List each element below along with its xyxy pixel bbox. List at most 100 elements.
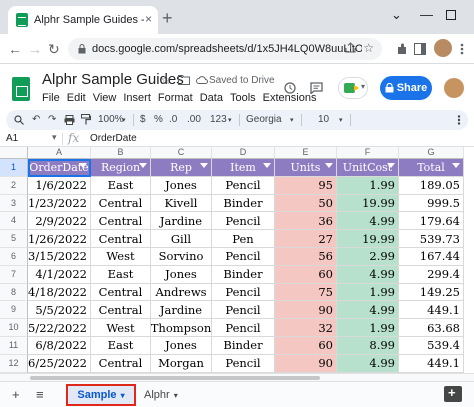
table-cell[interactable]: 4.99 bbox=[337, 354, 399, 373]
table-cell[interactable]: Jones bbox=[151, 265, 212, 284]
table-cell[interactable]: 5/22/2022 bbox=[28, 319, 91, 337]
formula-input[interactable]: OrderDate bbox=[90, 133, 137, 144]
table-cell[interactable]: 56 bbox=[275, 248, 337, 266]
comments-icon[interactable] bbox=[310, 82, 323, 94]
row-header[interactable]: 2 bbox=[0, 176, 28, 195]
table-cell[interactable]: 4/1/2022 bbox=[28, 265, 91, 284]
tab-search-icon[interactable]: ⌄ bbox=[391, 7, 402, 23]
table-cell[interactable]: 75 bbox=[275, 283, 337, 302]
table-cell[interactable]: 1/23/2022 bbox=[28, 194, 91, 213]
table-cell[interactable]: 19.99 bbox=[337, 230, 399, 248]
table-cell[interactable]: Central bbox=[91, 354, 151, 373]
column-header-b[interactable]: B bbox=[91, 147, 151, 159]
table-cell[interactable]: West bbox=[91, 248, 151, 266]
table-cell[interactable]: Jardine bbox=[151, 301, 212, 320]
column-header-e[interactable]: E bbox=[275, 147, 337, 159]
table-cell[interactable]: 6/8/2022 bbox=[28, 337, 91, 355]
column-header-d[interactable]: D bbox=[212, 147, 275, 159]
extensions-icon[interactable] bbox=[396, 43, 408, 55]
table-cell[interactable]: 167.44 bbox=[399, 248, 464, 266]
table-cell[interactable]: 299.4 bbox=[399, 265, 464, 284]
sheet-tab-sample[interactable]: Sample ▾ bbox=[66, 384, 136, 406]
user-avatar[interactable] bbox=[444, 78, 464, 98]
table-cell[interactable]: 449.1 bbox=[399, 301, 464, 320]
table-cell[interactable]: 1.99 bbox=[337, 283, 399, 302]
table-cell[interactable]: Jones bbox=[151, 176, 212, 195]
print-icon[interactable] bbox=[64, 115, 75, 125]
star-icon[interactable]: ☆ bbox=[160, 72, 172, 88]
column-header-c[interactable]: C bbox=[151, 147, 212, 159]
table-cell[interactable]: Pencil bbox=[212, 176, 275, 195]
table-cell[interactable]: 63.68 bbox=[399, 319, 464, 337]
explore-icon[interactable] bbox=[444, 385, 462, 402]
browser-tab[interactable]: Alphr Sample Guides - Google Sheets × bbox=[8, 6, 158, 34]
zoom-select[interactable]: 100% bbox=[98, 114, 124, 125]
all-sheets-icon[interactable]: ≡ bbox=[36, 387, 44, 402]
new-tab-button[interactable]: + bbox=[162, 8, 173, 29]
table-cell[interactable]: Binder bbox=[212, 194, 275, 213]
row-header[interactable]: 9 bbox=[0, 301, 28, 320]
increase-decimal-button[interactable]: .00 bbox=[187, 114, 201, 125]
table-cell[interactable]: Morgan bbox=[151, 354, 212, 373]
scrollbar-thumb[interactable] bbox=[30, 376, 320, 380]
filter-icon[interactable] bbox=[263, 163, 271, 168]
table-cell[interactable]: 60 bbox=[275, 265, 337, 284]
table-cell[interactable]: 8.99 bbox=[337, 337, 399, 355]
column-header-a[interactable]: A bbox=[28, 147, 91, 159]
move-folder-icon[interactable] bbox=[178, 74, 190, 85]
menu-edit[interactable]: Edit bbox=[67, 92, 86, 104]
font-select[interactable]: Georgia bbox=[246, 114, 282, 125]
table-cell[interactable]: Thompson bbox=[151, 319, 212, 337]
bookmark-star-icon[interactable]: ☆ bbox=[363, 41, 374, 55]
filter-icon[interactable] bbox=[139, 163, 147, 168]
more-toolbar-icon[interactable] bbox=[454, 115, 464, 125]
select-all-corner[interactable] bbox=[0, 147, 28, 159]
row-header[interactable]: 11 bbox=[0, 337, 28, 355]
table-cell[interactable]: 189.05 bbox=[399, 176, 464, 195]
table-cell[interactable]: Pencil bbox=[212, 248, 275, 266]
menu-format[interactable]: Format bbox=[158, 92, 193, 104]
column-header-f[interactable]: F bbox=[337, 147, 399, 159]
header-cell[interactable]: Region bbox=[91, 159, 151, 177]
table-cell[interactable]: Pencil bbox=[212, 319, 275, 337]
filter-icon[interactable] bbox=[325, 163, 333, 168]
table-cell[interactable]: 4/18/2022 bbox=[28, 283, 91, 302]
name-box-dropdown-icon[interactable]: ▾ bbox=[52, 132, 57, 143]
table-cell[interactable]: 6/25/2022 bbox=[28, 354, 91, 373]
table-cell[interactable]: Central bbox=[91, 194, 151, 213]
table-cell[interactable]: Binder bbox=[212, 265, 275, 284]
table-cell[interactable]: Central bbox=[91, 212, 151, 231]
add-sheet-icon[interactable]: + bbox=[12, 387, 20, 402]
menu-file[interactable]: File bbox=[42, 92, 60, 104]
paint-format-icon[interactable] bbox=[81, 114, 91, 125]
table-cell[interactable]: 539.73 bbox=[399, 230, 464, 248]
row-header[interactable]: 6 bbox=[0, 248, 28, 266]
menu-data[interactable]: Data bbox=[200, 92, 223, 104]
row-header[interactable]: 7 bbox=[0, 265, 28, 284]
share-button[interactable]: Share bbox=[380, 76, 432, 100]
row-header[interactable]: 10 bbox=[0, 319, 28, 337]
meet-button[interactable]: ▾ bbox=[338, 77, 368, 99]
filter-icon[interactable] bbox=[200, 163, 208, 168]
table-cell[interactable]: 4.99 bbox=[337, 265, 399, 284]
address-bar[interactable]: docs.google.com/spreadsheets/d/1x5JH4LQ0… bbox=[68, 38, 382, 60]
table-cell[interactable]: 2.99 bbox=[337, 248, 399, 266]
table-cell[interactable]: Central bbox=[91, 283, 151, 302]
table-cell[interactable]: Andrews bbox=[151, 283, 212, 302]
font-dropdown-icon[interactable]: ▾ bbox=[290, 116, 294, 124]
table-cell[interactable]: Jardine bbox=[151, 212, 212, 231]
more-formats-dropdown-icon[interactable]: ▾ bbox=[228, 116, 232, 124]
sidepanel-icon[interactable] bbox=[414, 43, 426, 55]
table-cell[interactable]: Pencil bbox=[212, 283, 275, 302]
table-cell[interactable]: Kivell bbox=[151, 194, 212, 213]
table-cell[interactable]: West bbox=[91, 319, 151, 337]
menu-tools[interactable]: Tools bbox=[230, 92, 256, 104]
table-cell[interactable]: 449.1 bbox=[399, 354, 464, 373]
chrome-menu-icon[interactable] bbox=[460, 43, 464, 55]
table-cell[interactable]: Gill bbox=[151, 230, 212, 248]
menu-insert[interactable]: Insert bbox=[123, 92, 151, 104]
table-cell[interactable]: 539.4 bbox=[399, 337, 464, 355]
table-cell[interactable]: 90 bbox=[275, 301, 337, 320]
undo-icon[interactable]: ↶ bbox=[32, 114, 40, 125]
table-cell[interactable]: 1.99 bbox=[337, 319, 399, 337]
